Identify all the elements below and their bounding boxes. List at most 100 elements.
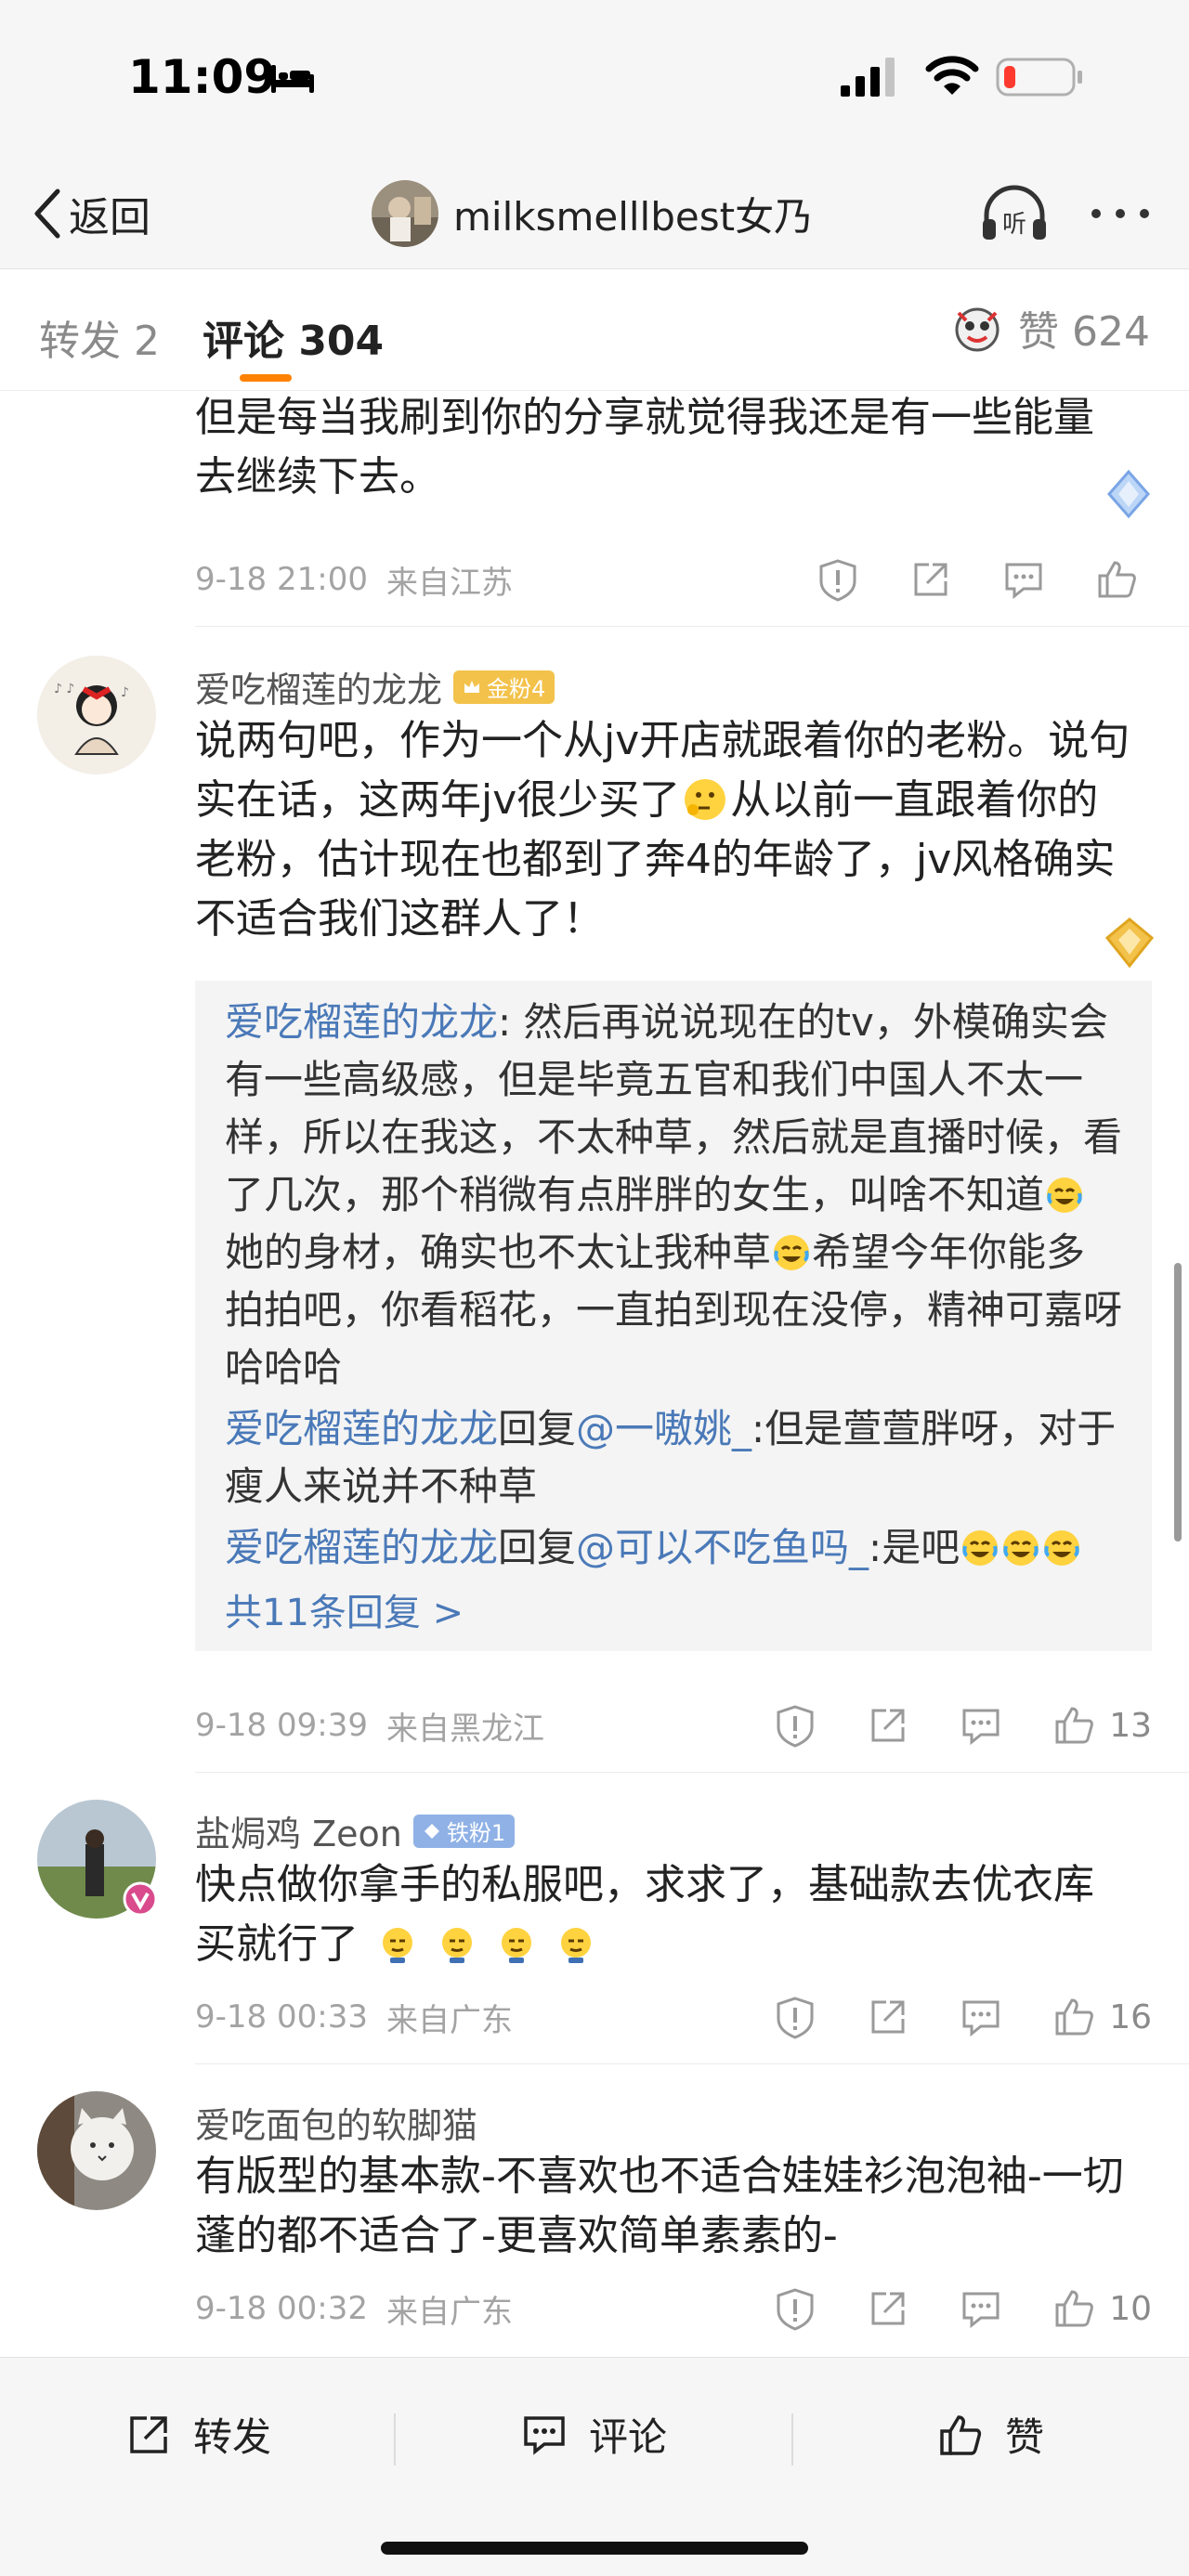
comment-location: 来自黑龙江	[385, 1710, 544, 1748]
comment-text-part: 快点做你拿手的私服吧，求求了，基础款去优衣库买就行了	[195, 1861, 1094, 1968]
reply-author[interactable]: 爱吃榴莲的龙龙	[225, 1525, 498, 1570]
repost-label: 转发	[193, 2414, 272, 2460]
listen-headphones-icon[interactable]: 听	[979, 182, 1050, 245]
comment-username[interactable]: 爱吃榴莲的龙龙 金粉4	[195, 661, 555, 712]
reply-target[interactable]: @可以不吃鱼吗_	[576, 1525, 869, 1570]
username-text: 盐焗鸡 Zeon	[195, 1814, 402, 1854]
sleepy-emoji-icon	[561, 1928, 591, 1963]
like-button[interactable]: 13	[1052, 1703, 1152, 1748]
toolbar-separator	[791, 2413, 793, 2465]
divider	[195, 2063, 1189, 2064]
diamond-icon	[424, 1823, 439, 1839]
repost-button[interactable]: 转发	[124, 2406, 271, 2463]
crown-icon	[464, 680, 480, 693]
sleepy-emoji-icon	[502, 1928, 531, 1963]
thumbs-up-icon	[1055, 2290, 1094, 2327]
fan-badge: 金粉4	[453, 670, 555, 704]
comment-time: 9-18 21:00	[195, 561, 368, 598]
more-options-icon[interactable]	[1087, 195, 1154, 232]
gold-crown-decoration-icon	[1104, 917, 1155, 969]
toolbar-separator	[394, 2413, 396, 2465]
share-icon[interactable]	[866, 1703, 910, 1748]
comment-icon[interactable]	[1001, 557, 1046, 602]
reply-author[interactable]: 爱吃榴莲的龙龙	[225, 999, 498, 1045]
tab-likes[interactable]: 赞 624	[949, 298, 1150, 358]
comment-bubble-icon	[524, 2415, 565, 2455]
thumbs-up-icon	[1055, 1707, 1094, 1744]
comment-icon[interactable]	[959, 2286, 1003, 2331]
comment-meta: 9-18 00:33 来自广东 16	[195, 1989, 1152, 2045]
nav-title: milksmelllbest女乃	[453, 193, 814, 240]
reply-verb: 回复	[498, 1525, 577, 1570]
avatar[interactable]	[37, 2091, 156, 2210]
like-button[interactable]	[1094, 557, 1152, 602]
avatar[interactable]: ♪ ♪ ♪	[37, 656, 156, 774]
comment-time: 9-18 00:32	[195, 2290, 368, 2327]
comment-username[interactable]: 盐焗鸡 Zeon 铁粉1	[195, 1805, 516, 1856]
cellular-signal-icon	[841, 58, 895, 97]
fan-badge: 铁粉1	[412, 1814, 516, 1848]
status-bar: 11:09	[0, 0, 1189, 158]
reply-text: :是吧	[869, 1525, 960, 1570]
navigation-bar: 返回 milksmelllbest女乃 听	[0, 158, 1189, 269]
laugh-cry-emoji-icon	[1003, 1530, 1039, 1566]
wifi-icon	[925, 56, 979, 95]
reply-text: 她的身材，确实也不太让我种草	[225, 1229, 772, 1275]
reply-thread: 爱吃榴莲的龙龙: 然后再说说现在的tv，外模确实会有一些高级感，但是毕竟五官和我…	[195, 981, 1152, 1651]
nav-user[interactable]: milksmelllbest女乃	[372, 176, 813, 251]
nav-avatar[interactable]	[372, 180, 438, 247]
home-indicator[interactable]	[381, 2542, 808, 2555]
back-label: 返回	[69, 194, 150, 241]
diamond-decoration-icon	[1107, 469, 1150, 519]
comment-location: 来自广东	[385, 2001, 513, 2039]
thinking-emoji-icon	[685, 779, 726, 820]
share-icon[interactable]	[866, 1995, 910, 2039]
comment-icon[interactable]	[959, 1995, 1003, 2039]
chevron-left-icon	[34, 189, 60, 239]
scrollbar[interactable]	[1174, 1263, 1182, 1542]
divider	[195, 1772, 1189, 1773]
thumbs-up-icon	[940, 2414, 982, 2455]
comment-meta: 9-18 00:32 来自广东 10	[195, 2281, 1152, 2336]
thumbs-up-icon	[1098, 561, 1136, 598]
comment-meta: 9-18 21:00 来自江苏	[195, 552, 1152, 607]
back-button[interactable]: 返回	[32, 184, 150, 243]
comment-button[interactable]: 评论	[520, 2406, 667, 2463]
like-post-button[interactable]: 赞	[936, 2406, 1044, 2463]
thumbs-up-icon	[1055, 1998, 1094, 2036]
tab-comment[interactable]: 评论 304	[203, 307, 384, 367]
bottom-toolbar: 转发 评论 赞	[0, 2357, 1189, 2576]
comment-time: 9-18 00:33	[195, 1998, 368, 2036]
comment-text: 说两句吧，作为一个从jv开店就跟着你的老粉。说句实在话，这两年jv很少买了 从以前…	[195, 711, 1133, 949]
tab-repost[interactable]: 转发 2	[39, 307, 160, 367]
reply-author[interactable]: 爱吃榴莲的龙龙	[225, 1406, 498, 1451]
report-icon[interactable]	[773, 1703, 817, 1748]
username-text: 爱吃面包的软脚猫	[195, 2105, 478, 2146]
laugh-cry-emoji-icon	[962, 1530, 999, 1566]
report-icon[interactable]	[816, 557, 860, 602]
share-icon[interactable]	[908, 557, 953, 602]
sleepy-emoji-icon	[383, 1928, 412, 1963]
like-button[interactable]: 10	[1052, 2286, 1152, 2331]
divider	[195, 626, 1189, 627]
svg-text:听: 听	[1002, 211, 1026, 239]
report-icon[interactable]	[773, 2286, 817, 2331]
reply-item[interactable]: 爱吃榴莲的龙龙: 然后再说说现在的tv，外模确实会有一些高级感，但是毕竟五官和我…	[225, 994, 1122, 1397]
share-icon[interactable]	[866, 2286, 910, 2331]
comment-meta: 9-18 09:39 来自黑龙江 13	[195, 1698, 1152, 1753]
svg-text:♪ ♪: ♪ ♪	[54, 682, 74, 696]
comment-icon[interactable]	[959, 1703, 1003, 1748]
like-button[interactable]: 16	[1052, 1995, 1152, 2039]
active-tab-indicator	[240, 374, 292, 382]
reply-item[interactable]: 爱吃榴莲的龙龙回复@可以不吃鱼吗_:是吧	[225, 1519, 1122, 1577]
reply-target[interactable]: @一嗷姚_	[576, 1406, 751, 1451]
comment-location: 来自江苏	[385, 564, 513, 602]
reply-item[interactable]: 爱吃榴莲的龙龙回复@一嗷姚_:但是萱萱胖呀，对于瘦人来说并不种草	[225, 1400, 1122, 1516]
comment-username[interactable]: 爱吃面包的软脚猫	[195, 2097, 477, 2148]
laugh-cry-emoji-icon	[1047, 1177, 1083, 1213]
badge-label: 金粉4	[487, 676, 546, 702]
comment-time: 9-18 09:39	[195, 1707, 368, 1744]
report-icon[interactable]	[773, 1995, 817, 2039]
view-more-replies-link[interactable]: 共11条回复 >	[225, 1582, 1122, 1636]
laugh-cry-emoji-icon	[774, 1235, 810, 1270]
